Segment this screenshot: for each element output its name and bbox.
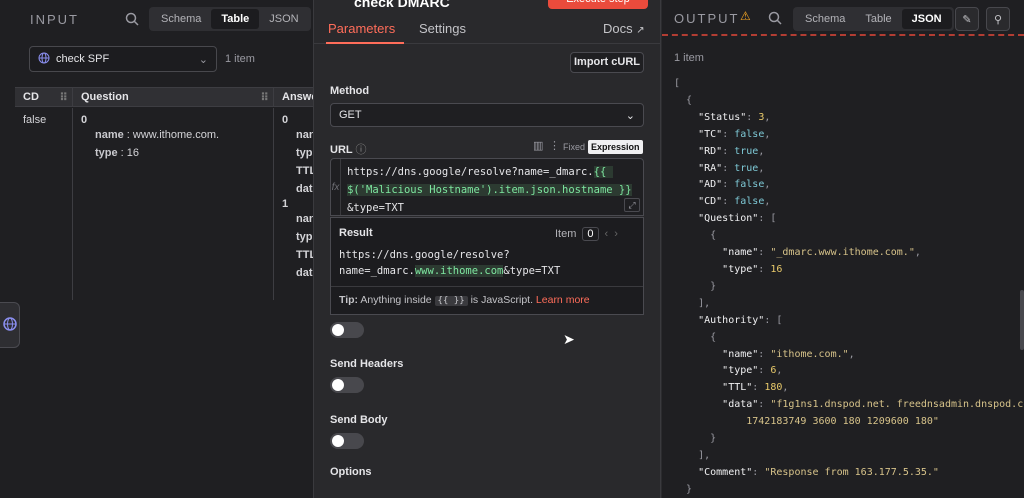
mouse-cursor-icon: ➤: [563, 331, 575, 347]
question-name: name : www.ithome.com.: [95, 129, 220, 141]
chevron-left-icon[interactable]: ‹: [605, 228, 609, 240]
output-view-switch: Schema Table JSON: [793, 7, 954, 31]
output-item-count: 1 item: [674, 52, 704, 64]
docs-link[interactable]: Docs ↗: [603, 21, 645, 36]
cell-cd: false: [15, 108, 73, 300]
globe-icon: [38, 52, 50, 67]
output-panel: OUTPUT ⚠ Schema Table JSON ✎ ⚲ 1 item [ …: [662, 0, 1024, 498]
fx-icon: fx: [331, 159, 342, 215]
execute-step-button[interactable]: Execute step: [548, 0, 648, 9]
input-node-name: check SPF: [56, 53, 110, 65]
input-item-count: 1 item: [225, 53, 255, 65]
method-label: Method: [330, 85, 370, 97]
output-title: OUTPUT: [674, 11, 740, 26]
input-panel: INPUT Schema Table JSON check SPF ⌄ 1 it…: [0, 0, 317, 498]
output-view-json[interactable]: JSON: [901, 9, 952, 29]
pencil-icon: ✎: [962, 13, 972, 26]
external-link-icon: ↗: [636, 25, 645, 36]
input-view-table[interactable]: Table: [211, 9, 260, 29]
send-body-label: Send Body: [330, 414, 388, 426]
import-curl-button[interactable]: Import cURL: [570, 52, 644, 73]
chevron-right-icon[interactable]: ›: [614, 228, 618, 240]
output-view-schema[interactable]: Schema: [795, 9, 855, 29]
scrollbar[interactable]: [1020, 290, 1024, 350]
learn-more-link[interactable]: Learn more: [536, 294, 590, 306]
method-select[interactable]: GET ⌄: [330, 103, 644, 127]
input-view-schema[interactable]: Schema: [151, 9, 211, 29]
send-headers-toggle[interactable]: [330, 377, 364, 393]
stale-data-border: [662, 34, 1024, 36]
result-item-number[interactable]: 0: [582, 227, 599, 241]
pin-icon: ⚲: [993, 13, 1003, 26]
globe-icon: [2, 316, 17, 334]
query-params-toggle[interactable]: [330, 322, 364, 338]
url-input[interactable]: fx https://dns.google/resolve?name=_dmar…: [330, 158, 644, 216]
more-vertical-icon[interactable]: ⋮: [549, 139, 560, 152]
result-value: https://dns.google/resolve? name=_dmarc.…: [339, 249, 561, 277]
col-question[interactable]: Question ⠿: [73, 88, 274, 106]
mode-expression[interactable]: Expression: [588, 140, 643, 154]
active-tab-underline: [326, 42, 404, 44]
chevron-down-icon: ⌄: [625, 109, 635, 122]
expression-result: Result Item 0 ‹ › https://dns.google/res…: [330, 217, 644, 315]
result-label: Result: [339, 227, 373, 239]
expand-editor-icon[interactable]: ⤢: [624, 198, 640, 212]
input-title: INPUT: [30, 11, 79, 27]
expression-tip: Tip: Anything inside {{ }} is JavaScript…: [331, 286, 643, 313]
fixed-expression-toggle: Fixed Expression: [560, 140, 643, 154]
sidebar-panel-icon[interactable]: ▥: [533, 139, 543, 152]
pin-data-button[interactable]: ⚲: [986, 7, 1010, 31]
search-icon[interactable]: [123, 10, 141, 28]
result-item-selector: Item 0 ‹ ›: [555, 227, 618, 241]
node-side-tab[interactable]: [0, 302, 20, 348]
cell-question: 0 name : www.ithome.com. type : 16: [73, 108, 274, 300]
send-body-toggle[interactable]: [330, 433, 364, 449]
method-value: GET: [339, 109, 362, 121]
mode-fixed[interactable]: Fixed: [560, 140, 588, 154]
col-answer[interactable]: Answe: [274, 88, 317, 106]
param-tabs: Parameters Settings Docs ↗: [314, 16, 660, 44]
url-label: URL ⓘ: [330, 144, 367, 156]
input-table-body: false 0 name : www.ithome.com. type : 16…: [15, 108, 313, 300]
help-icon[interactable]: ⓘ: [355, 144, 366, 156]
search-icon[interactable]: [766, 9, 784, 27]
question-type: type : 16: [95, 147, 140, 159]
drag-handle-icon[interactable]: ⠿: [59, 91, 68, 104]
output-view-table[interactable]: Table: [855, 9, 901, 29]
input-node-select[interactable]: check SPF ⌄: [29, 46, 217, 72]
col-cd[interactable]: CD ⠿: [15, 88, 73, 106]
warning-icon: ⚠: [740, 9, 751, 23]
input-table-header: CD ⠿ Question ⠿ Answe: [15, 87, 317, 107]
node-title[interactable]: check DMARC: [354, 0, 450, 10]
json-output: [ { "Status": 3, "TC": false, "RD": true…: [674, 78, 1024, 495]
drag-handle-icon[interactable]: ⠿: [260, 91, 269, 104]
options-label: Options: [330, 466, 372, 478]
parameters-panel: check DMARC Execute step Parameters Sett…: [313, 0, 661, 498]
send-headers-label: Send Headers: [330, 358, 404, 370]
tab-settings[interactable]: Settings: [419, 21, 466, 36]
input-view-json[interactable]: JSON: [259, 9, 308, 29]
edit-output-button[interactable]: ✎: [955, 7, 979, 31]
chevron-down-icon: ⌄: [198, 53, 208, 66]
input-view-switch: Schema Table JSON: [149, 7, 311, 31]
input-header: INPUT Schema Table JSON: [30, 7, 311, 31]
cell-answer: 0 nan typ TTL dat 1 nan typ TTL dat: [282, 114, 313, 279]
tab-parameters[interactable]: Parameters: [328, 21, 395, 36]
url-expression-text[interactable]: https://dns.google/resolve?name=_dmarc.{…: [341, 159, 643, 215]
